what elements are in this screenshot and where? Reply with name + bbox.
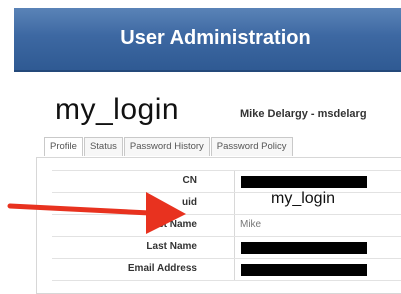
tab-status[interactable]: Status (83, 137, 123, 156)
redaction-bar (241, 176, 367, 188)
field-row-uid: uid (52, 193, 401, 215)
last-name-label: Last Name (146, 241, 197, 252)
column-divider (234, 259, 235, 280)
tab-password-policy[interactable]: Password Policy (210, 137, 293, 156)
first-name-label: First Name (145, 219, 197, 230)
app-header: User Administration (14, 8, 401, 72)
field-row-email: Email Address (52, 259, 401, 281)
column-divider (234, 193, 235, 214)
page-title: my_login (55, 93, 180, 126)
user-name-line: Mike Delargy - msdelarg (240, 108, 367, 120)
header-title: User Administration (120, 27, 311, 49)
annotation-callout-text: my_login (271, 190, 336, 207)
field-row-cn: CN (52, 170, 401, 193)
tab-bar: Profile Status Password History Password… (44, 137, 294, 157)
field-row-last-name: Last Name (52, 237, 401, 259)
field-row-first-name: First Name Mike (52, 215, 401, 237)
column-divider (234, 237, 235, 258)
column-divider (234, 215, 235, 236)
email-address-label: Email Address (127, 263, 197, 274)
tab-password-history[interactable]: Password History (123, 137, 210, 156)
redaction-bar (241, 242, 367, 254)
first-name-value: Mike (240, 219, 262, 230)
tab-profile[interactable]: Profile (44, 137, 83, 156)
uid-label: uid (182, 197, 197, 208)
cn-label: CN (182, 175, 197, 186)
redaction-bar (241, 264, 367, 276)
column-divider (234, 171, 235, 192)
profile-form: CN uid First Name Mike Last Name Email A… (52, 170, 401, 281)
